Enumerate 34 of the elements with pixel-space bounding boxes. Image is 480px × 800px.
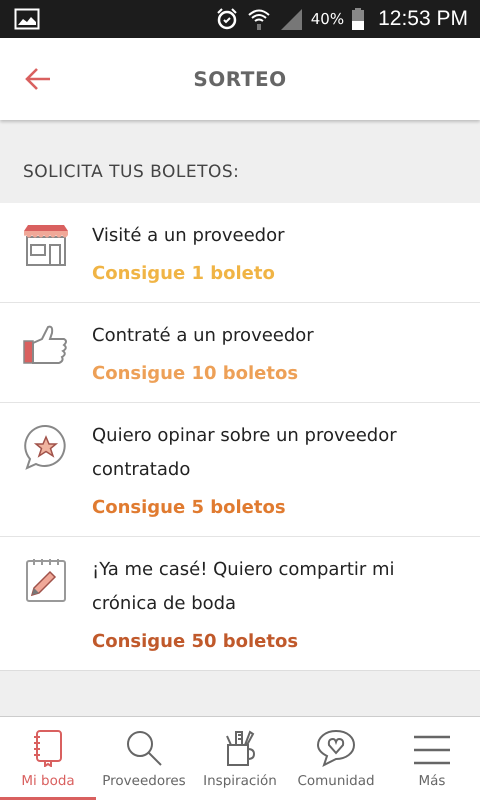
option-title: Contraté a un proveedor xyxy=(92,324,314,348)
tab[interactable]: Proveedores xyxy=(96,717,192,800)
store-icon xyxy=(22,223,70,267)
signal-icon xyxy=(278,7,303,31)
notebook-icon xyxy=(31,729,65,767)
tab[interactable]: Inspiración xyxy=(192,717,288,800)
thumbs-up-icon xyxy=(22,323,70,367)
ticket-reward: Consigue 10 boletos xyxy=(92,363,300,384)
search-icon xyxy=(125,729,163,767)
tab[interactable]: Más xyxy=(384,717,480,800)
tab[interactable]: Mi boda xyxy=(0,717,96,800)
ticket-option[interactable]: Quiero opinar sobre un proveedor contratado Consigue 5 boletos xyxy=(0,402,480,536)
option-title: Quiero opinar sobre un proveedor contratado xyxy=(92,424,398,482)
menu-icon xyxy=(413,733,451,767)
back-arrow-icon xyxy=(24,67,52,91)
ticket-reward: Consigue 1 boleto xyxy=(92,263,276,284)
page-title: SORTEO xyxy=(193,67,287,91)
section-title: SOLICITA TUS BOLETOS: xyxy=(23,162,240,182)
battery-percent: 40% xyxy=(310,10,344,28)
ticket-option[interactable]: Contraté a un proveedor Consigue 10 boletos xyxy=(0,302,480,402)
option-title: Visité a un proveedor xyxy=(92,224,285,248)
tab[interactable]: Comunidad xyxy=(288,717,384,800)
ticket-reward: Consigue 50 boletos xyxy=(92,631,300,652)
alarm-icon xyxy=(214,7,239,31)
ticket-reward: Consigue 5 boletos xyxy=(92,497,287,518)
battery-icon xyxy=(352,8,364,30)
option-title: ¡Ya me casé! Quiero compartir mi crónica de boda xyxy=(92,558,396,616)
clock: 12:53 PM xyxy=(378,7,468,31)
wifi-icon xyxy=(246,7,271,31)
image-icon xyxy=(14,8,40,30)
ticket-option[interactable]: Visité a un proveedor Consigue 1 boleto xyxy=(0,203,480,302)
ticket-option[interactable]: ¡Ya me casé! Quiero compartir mi crónica de boda Consigue 50 boletos xyxy=(0,536,480,670)
heart-speech-bubble-icon xyxy=(316,729,356,767)
pencil-mug-icon xyxy=(224,729,256,767)
